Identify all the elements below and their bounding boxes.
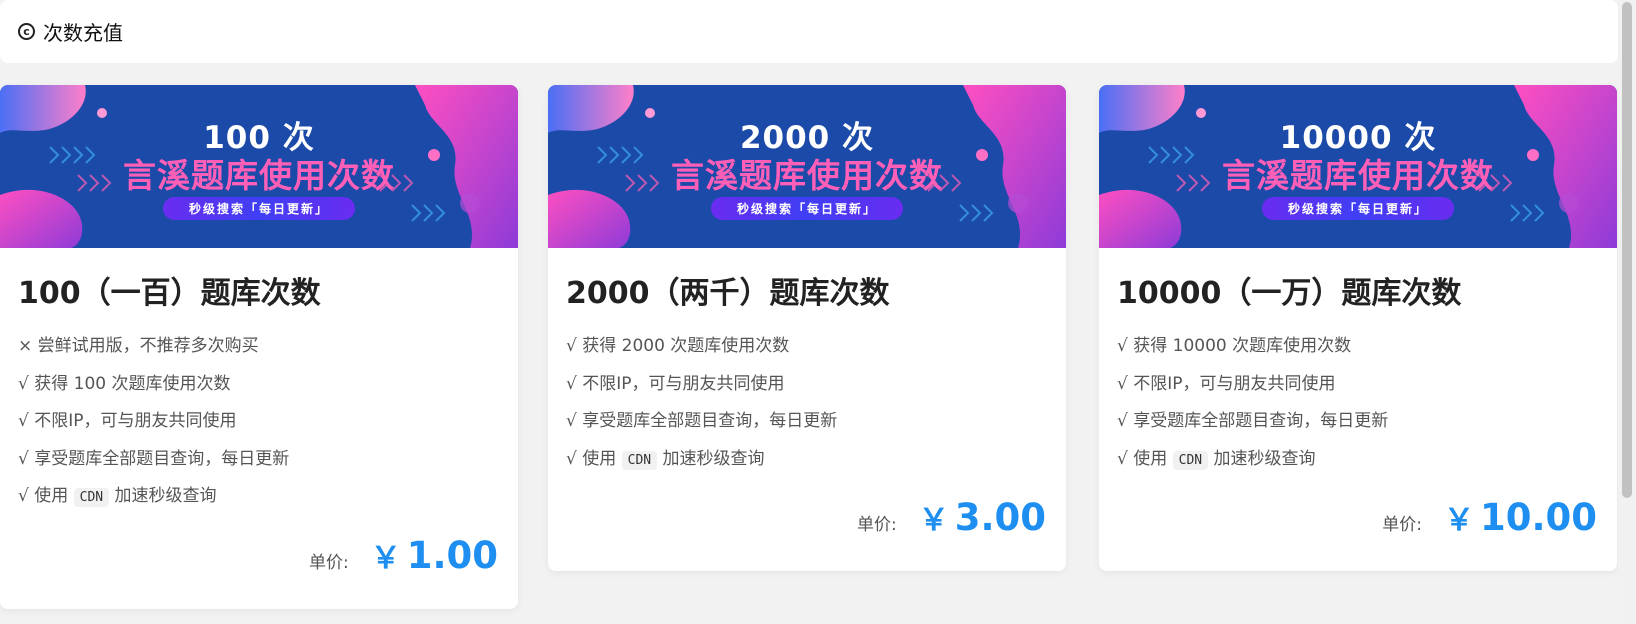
plan-banner: 100 次 言溪题库使用次数 秒级搜索「每日更新」 <box>0 85 518 248</box>
plan-card-100[interactable]: 100 次 言溪题库使用次数 秒级搜索「每日更新」 100（一百）题库次数 × … <box>0 85 518 609</box>
scrollbar-thumb[interactable] <box>1622 2 1632 498</box>
plan-banner: 10000 次 言溪题库使用次数 秒级搜索「每日更新」 <box>1099 85 1617 248</box>
price-value: ￥ 3.00 <box>919 495 1046 539</box>
plan-banner: 2000 次 言溪题库使用次数 秒级搜索「每日更新」 <box>548 85 1066 248</box>
feature-item: √ 获得 100 次题库使用次数 <box>18 373 231 394</box>
banner-pill: 秒级搜索「每日更新」 <box>710 197 904 220</box>
feature-item: √ 享受题库全部题目查询，每日更新 <box>18 448 290 469</box>
price-amount: 10.00 <box>1479 496 1597 539</box>
currency-symbol: ￥ <box>918 503 949 538</box>
feature-item: √ 不限IP，可与朋友共同使用 <box>566 373 785 394</box>
feature-item: × 尝鲜试用版，不推荐多次购买 <box>18 336 259 356</box>
banner-pill: 秒级搜索「每日更新」 <box>162 197 356 220</box>
currency-symbol: ￥ <box>370 540 401 576</box>
cdn-suffix: 加速秒级查询 <box>1213 448 1316 469</box>
plan-title: 10000（一万）题库次数 <box>1117 276 1462 311</box>
feature-item: √ 享受题库全部题目查询，每日更新 <box>566 411 838 431</box>
cdn-suffix: 加速秒级查询 <box>662 448 765 469</box>
banner-headline: 言溪题库使用次数 <box>1222 156 1494 195</box>
page-title: 次数充值 <box>43 21 123 45</box>
price-row: 单价: ￥ 3.00 <box>548 495 1066 571</box>
plan-card-body: 100（一百）题库次数 × 尝鲜试用版，不推荐多次购买 √ 获得 100 次题库… <box>0 248 518 517</box>
price-row: 单价: ￥ 10.00 <box>1099 495 1617 571</box>
feature-item: √ 享受题库全部题目查询，每日更新 <box>1117 411 1389 431</box>
feature-item-cdn: √ 使用 CDN 加速秒级查询 <box>18 478 498 517</box>
vertical-scrollbar[interactable] <box>1618 0 1636 624</box>
plan-title: 100（一百）题库次数 <box>18 276 321 311</box>
cdn-suffix: 加速秒级查询 <box>114 486 217 506</box>
cdn-code: CDN <box>1172 450 1209 470</box>
feature-item-cdn: √ 使用 CDN 加速秒级查询 <box>1117 441 1597 480</box>
plan-card-body: 2000（两千）题库次数 √ 获得 2000 次题库使用次数 √ 不限IP，可与… <box>548 248 1066 479</box>
currency-symbol: ￥ <box>1443 503 1474 538</box>
cdn-code: CDN <box>621 450 658 470</box>
price-amount: 3.00 <box>954 496 1046 539</box>
price-label: 单价: <box>308 552 349 573</box>
plan-card-2000[interactable]: 2000 次 言溪题库使用次数 秒级搜索「每日更新」 2000（两千）题库次数 … <box>548 85 1066 571</box>
price-label: 单价: <box>856 515 897 535</box>
copyright-icon: c <box>18 23 35 40</box>
header-title-group: c 次数充值 <box>18 17 123 46</box>
feature-item: √ 获得 2000 次题库使用次数 <box>566 336 790 356</box>
banner-pill: 秒级搜索「每日更新」 <box>1261 197 1455 220</box>
price-label: 单价: <box>1382 515 1422 535</box>
feature-item: √ 获得 10000 次题库使用次数 <box>1117 336 1352 356</box>
price-value: ￥ 1.00 <box>371 533 498 577</box>
banner-headline: 言溪题库使用次数 <box>123 156 395 195</box>
banner-headline: 言溪题库使用次数 <box>671 156 943 195</box>
cdn-prefix: √ 使用 <box>566 448 617 469</box>
price-row: 单价: ￥ 1.00 <box>0 533 518 609</box>
cdn-prefix: √ 使用 <box>1117 448 1168 469</box>
plan-card-body: 10000（一万）题库次数 √ 获得 10000 次题库使用次数 √ 不限IP，… <box>1099 248 1617 479</box>
price-value: ￥ 10.00 <box>1444 495 1597 539</box>
price-amount: 1.00 <box>406 533 498 577</box>
cdn-prefix: √ 使用 <box>18 486 69 506</box>
feature-item: √ 不限IP，可与朋友共同使用 <box>18 411 237 431</box>
page-header: c 次数充值 <box>0 0 1618 63</box>
feature-item-cdn: √ 使用 CDN 加速秒级查询 <box>566 441 1046 480</box>
feature-item: √ 不限IP，可与朋友共同使用 <box>1117 373 1336 394</box>
plan-card-10000[interactable]: 10000 次 言溪题库使用次数 秒级搜索「每日更新」 10000（一万）题库次… <box>1099 85 1617 571</box>
plan-title: 2000（两千）题库次数 <box>566 276 890 311</box>
cdn-code: CDN <box>73 488 110 507</box>
